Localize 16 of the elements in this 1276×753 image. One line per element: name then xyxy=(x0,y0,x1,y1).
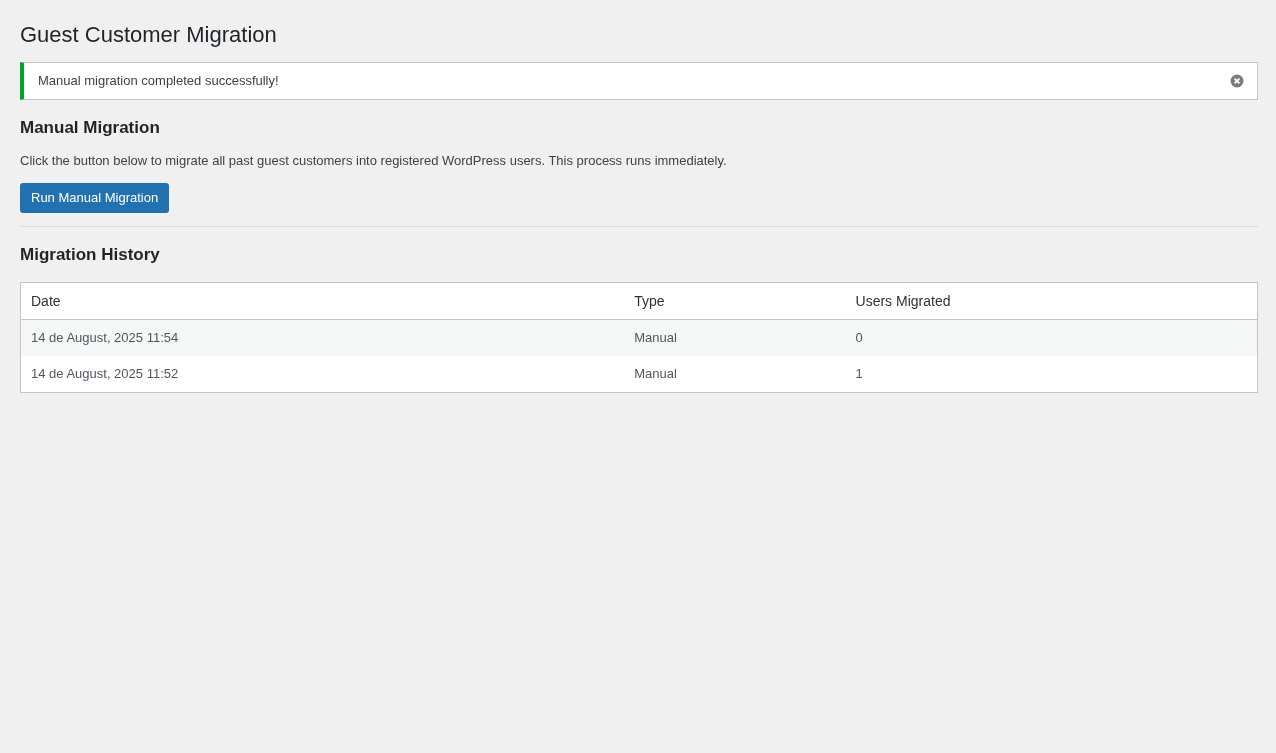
table-cell: 14 de August, 2025 11:54 xyxy=(20,319,625,356)
column-header: Date xyxy=(20,282,625,320)
close-icon[interactable] xyxy=(1230,73,1244,88)
table-cell: 0 xyxy=(845,319,1258,356)
column-header: Users Migrated xyxy=(845,282,1258,320)
section-heading: Manual Migration xyxy=(20,116,160,139)
run-migration-button[interactable]: Run Manual Migration xyxy=(20,182,170,213)
table-cell: Manual xyxy=(624,355,846,393)
table-cell: 14 de August, 2025 11:52 xyxy=(20,355,625,393)
notice-message: Manual migration completed successfully! xyxy=(38,73,279,89)
section-description: Click the button below to migrate all past guest customers into registered WordPress users. This process runs immediately. xyxy=(20,152,727,168)
section-heading: Migration History xyxy=(20,243,160,266)
column-header: Type xyxy=(624,282,846,320)
table-cell: Manual xyxy=(624,319,846,356)
table-cell: 1 xyxy=(845,355,1258,393)
page-title: Guest Customer Migration xyxy=(20,21,277,49)
